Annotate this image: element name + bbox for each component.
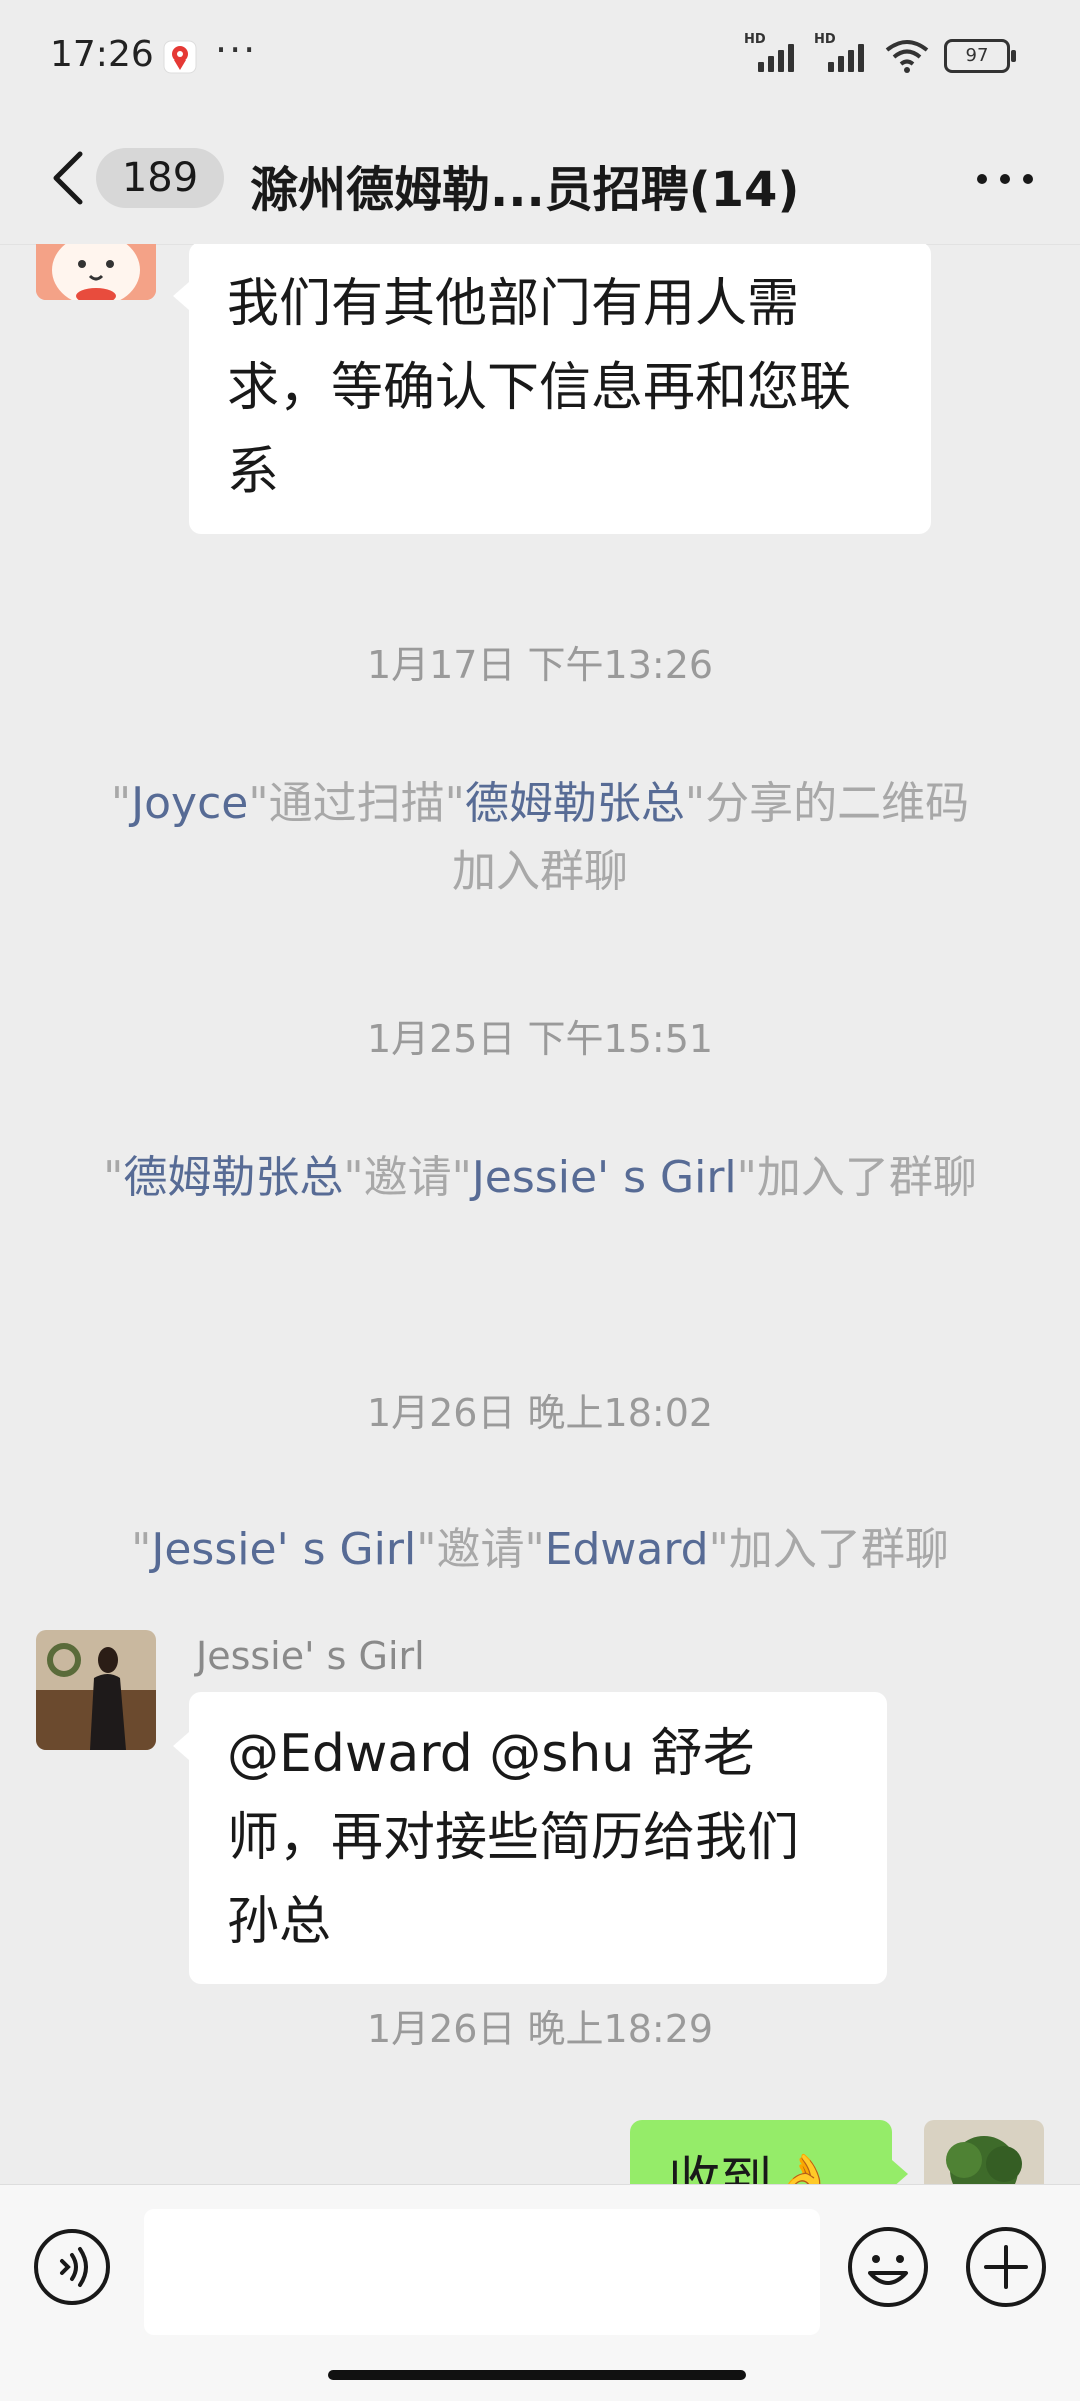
member-name-link[interactable]: Joyce: [131, 778, 248, 829]
message-list[interactable]: 我们有其他部门有用人需求，等确认下信息再和您联系 1月17日 下午13:26 "…: [0, 244, 1080, 2184]
sender-name: Jessie' s Girl: [196, 1634, 425, 1678]
signal-icon-2: HD: [814, 32, 870, 76]
signal-icon: HD: [744, 32, 800, 76]
chat-title[interactable]: 滁州德姆勒...员招聘(14): [250, 150, 799, 220]
member-name-link[interactable]: Jessie' s Girl: [472, 1152, 737, 1203]
unread-count-badge[interactable]: 189: [96, 148, 224, 208]
member-name-link[interactable]: Jessie' s Girl: [151, 1524, 416, 1575]
map-pin-icon: [163, 40, 197, 74]
battery-icon: 97: [944, 39, 1016, 73]
member-name-link[interactable]: Edward: [545, 1524, 709, 1575]
message-bubble[interactable]: @Edward @shu 舒老师，再对接些简历给我们孙总: [173, 1692, 887, 1984]
more-options-icon[interactable]: [970, 154, 1040, 204]
plant-avatar-icon: [924, 2120, 1044, 2184]
my-avatar[interactable]: [924, 2120, 1044, 2184]
message-text: @Edward @shu 舒老师，再对接些简历给我们孙总: [227, 1724, 800, 1952]
back-arrow-icon[interactable]: [44, 148, 94, 208]
wifi-icon: [885, 40, 929, 73]
member-name-link[interactable]: 德姆勒张总: [465, 778, 685, 829]
timestamp: 1月26日 晚上18:29: [366, 2007, 714, 2051]
chat-header: 189 滁州德姆勒...员招聘(14): [0, 120, 1080, 245]
timestamp: 1月25日 下午15:51: [366, 1017, 714, 1061]
message-text: 收到👌: [668, 2152, 837, 2184]
hd-label: HD: [744, 32, 766, 47]
system-message: "Joyce"通过扫描"德姆勒张总"分享的二维码加入群聊: [110, 778, 970, 897]
status-time: 17:26: [50, 34, 154, 75]
status-more-icon: ···: [215, 28, 258, 72]
plus-icon[interactable]: [964, 2225, 1048, 2309]
avatar[interactable]: [36, 1630, 156, 1750]
avatar[interactable]: [36, 244, 156, 300]
timestamp: 1月26日 晚上18:02: [366, 1391, 714, 1435]
member-name-link[interactable]: 德姆勒张总: [123, 1152, 343, 1203]
message-bubble[interactable]: 我们有其他部门有用人需求，等确认下信息再和您联系: [173, 244, 931, 534]
message-input[interactable]: [144, 2209, 820, 2335]
voice-icon[interactable]: [32, 2227, 112, 2307]
emoji-icon[interactable]: [846, 2225, 930, 2309]
system-message: "德姆勒张总"邀请"Jessie' s Girl"加入了群聊: [103, 1152, 977, 1203]
timestamp: 1月17日 下午13:26: [366, 643, 714, 687]
input-bar: [0, 2184, 1080, 2401]
message-text: 我们有其他部门有用人需求，等确认下信息再和您联系: [227, 274, 852, 502]
home-indicator[interactable]: [328, 2370, 746, 2380]
status-bar: 17:26 ··· HD HD 97: [0, 0, 1080, 120]
user-photo-avatar: [36, 1630, 156, 1750]
hd-label-2: HD: [814, 32, 836, 47]
status-indicators: HD HD 97: [744, 32, 1016, 76]
my-message-bubble[interactable]: 收到👌: [630, 2120, 908, 2184]
cat-avatar-icon: [36, 244, 156, 300]
system-message: "Jessie' s Girl"邀请"Edward"加入了群聊: [131, 1524, 949, 1575]
